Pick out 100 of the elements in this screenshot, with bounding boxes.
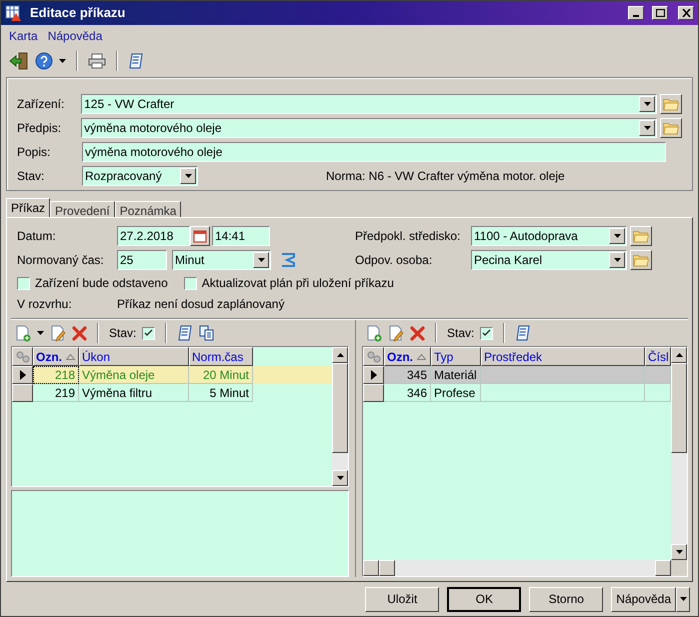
- calendar-button[interactable]: [190, 226, 210, 246]
- field-label: Datum:: [17, 228, 57, 245]
- row-header[interactable]: [363, 366, 384, 384]
- date-field[interactable]: 27.2.2018: [117, 226, 190, 246]
- edit-document-icon[interactable]: [388, 324, 404, 342]
- current-row-icon: [20, 370, 26, 380]
- column-header[interactable]: Ozn.: [384, 347, 431, 366]
- unit-combo[interactable]: Minut: [172, 250, 271, 270]
- table-cell: 218: [33, 366, 79, 384]
- dropdown-button[interactable]: [639, 96, 655, 112]
- delete-icon[interactable]: [410, 326, 425, 340]
- checkbox[interactable]: [17, 276, 30, 290]
- browse-button[interactable]: [660, 94, 682, 114]
- text-field[interactable]: výměna motorového oleje: [82, 142, 666, 162]
- dialog-button[interactable]: Uložit: [365, 586, 440, 612]
- scroll-down-icon[interactable]: [336, 476, 344, 480]
- combo-field[interactable]: výměna motorového oleje: [81, 118, 657, 138]
- grid-row[interactable]: 346 Profese: [363, 384, 671, 402]
- table-cell: 219: [33, 384, 79, 402]
- dropdown-button[interactable]: [180, 168, 196, 184]
- browse-button[interactable]: [660, 118, 682, 138]
- new-document-icon[interactable]: [366, 324, 382, 342]
- dropdown-button[interactable]: [253, 252, 269, 268]
- checkbox[interactable]: [142, 326, 156, 340]
- table-cell: 5 Minut: [189, 384, 253, 402]
- scroll-up-icon[interactable]: [336, 353, 344, 357]
- tab[interactable]: Provedení: [50, 201, 115, 217]
- print-icon[interactable]: [88, 53, 106, 69]
- field-value: výměna motorového oleje: [84, 120, 223, 137]
- scroll-icon[interactable]: [177, 325, 194, 341]
- dropdown-button[interactable]: [639, 120, 655, 136]
- row-header[interactable]: [363, 384, 384, 402]
- column-header[interactable]: Ozn.: [33, 347, 79, 366]
- vertical-scrollbar[interactable]: [671, 347, 687, 576]
- close-button[interactable]: [678, 6, 694, 20]
- row-header[interactable]: [12, 366, 33, 384]
- grid-row[interactable]: 345 Materiál: [363, 366, 671, 384]
- browse-button[interactable]: [630, 226, 652, 246]
- combo-field[interactable]: Pecina Karel: [471, 250, 627, 270]
- column-header[interactable]: Úkon: [79, 347, 189, 366]
- scroll-up-icon[interactable]: [676, 353, 682, 357]
- report-icon[interactable]: [128, 53, 144, 69]
- help-button[interactable]: Nápověda: [611, 586, 676, 612]
- scroll-down-icon[interactable]: [676, 550, 682, 554]
- tab[interactable]: Poznámka: [114, 201, 182, 217]
- row-header[interactable]: [12, 384, 33, 402]
- dropdown-button[interactable]: [609, 252, 625, 268]
- scroll-icon[interactable]: [515, 325, 532, 341]
- new-document-icon[interactable]: [15, 324, 31, 342]
- status-combo[interactable]: Rozpracovaný: [82, 166, 198, 186]
- browse-button[interactable]: [630, 250, 652, 270]
- grid-row[interactable]: 219 Výměna filtru 5 Minut: [12, 384, 332, 402]
- grid-row[interactable]: 218 Výměna oleje 20 Minut: [12, 366, 332, 384]
- delete-icon[interactable]: [72, 326, 87, 340]
- column-settings-icon[interactable]: [12, 347, 33, 366]
- combo-field[interactable]: 1100 - Autodoprava: [471, 226, 627, 246]
- copy-icon[interactable]: [199, 325, 216, 341]
- field-label: Odpov. osoba:: [355, 252, 434, 269]
- horizontal-scrollbar[interactable]: [363, 560, 671, 576]
- maximize-button[interactable]: [652, 6, 668, 20]
- menu-item[interactable]: Nápověda: [48, 27, 102, 45]
- minimize-button[interactable]: [628, 6, 644, 20]
- menu-item[interactable]: Karta: [9, 27, 38, 45]
- exit-door-icon[interactable]: [9, 52, 29, 70]
- checkbox-label: Zařízení bude odstaveno: [35, 275, 168, 292]
- dialog-button[interactable]: OK: [447, 586, 522, 612]
- edit-document-icon[interactable]: [50, 324, 66, 342]
- table-cell: Výměna oleje: [79, 366, 189, 384]
- checkbox[interactable]: [184, 276, 197, 290]
- folder-icon: [633, 254, 649, 266]
- column-header[interactable]: Typ: [431, 347, 481, 366]
- dropdown-button[interactable]: [676, 586, 690, 612]
- table-cell: 20 Minut: [189, 366, 253, 384]
- app-icon: [5, 4, 22, 22]
- sum-icon[interactable]: [281, 253, 295, 267]
- norm-time-field[interactable]: 25: [117, 250, 167, 270]
- caret-icon: [37, 331, 44, 335]
- column-header[interactable]: Čísl: [645, 347, 671, 366]
- table-cell: Profese: [431, 384, 481, 402]
- dropdown-button[interactable]: [609, 228, 625, 244]
- sort-icon: [417, 354, 426, 360]
- column-settings-icon[interactable]: [363, 347, 384, 366]
- column-header[interactable]: Norm.čas: [189, 347, 253, 366]
- stav-label: Stav:: [109, 325, 136, 342]
- stav-label: Stav:: [447, 325, 474, 342]
- help-icon[interactable]: [35, 52, 53, 70]
- field-value: 125 - VW Crafter: [84, 96, 176, 113]
- caret-icon: [680, 597, 686, 601]
- vertical-scrollbar[interactable]: [332, 347, 348, 486]
- combo-field[interactable]: 125 - VW Crafter: [81, 94, 657, 114]
- scrollbar-corner: [671, 560, 687, 576]
- table-cell: Materiál: [431, 366, 481, 384]
- tab[interactable]: Příkaz: [6, 198, 50, 217]
- folder-icon: [663, 122, 679, 134]
- table-cell: Výměna filtru: [79, 384, 189, 402]
- close-icon: [682, 9, 690, 17]
- time-field[interactable]: 14:41: [212, 226, 270, 246]
- dialog-button[interactable]: Storno: [529, 586, 604, 612]
- column-header[interactable]: Prostředek: [481, 347, 645, 366]
- checkbox[interactable]: [480, 326, 494, 340]
